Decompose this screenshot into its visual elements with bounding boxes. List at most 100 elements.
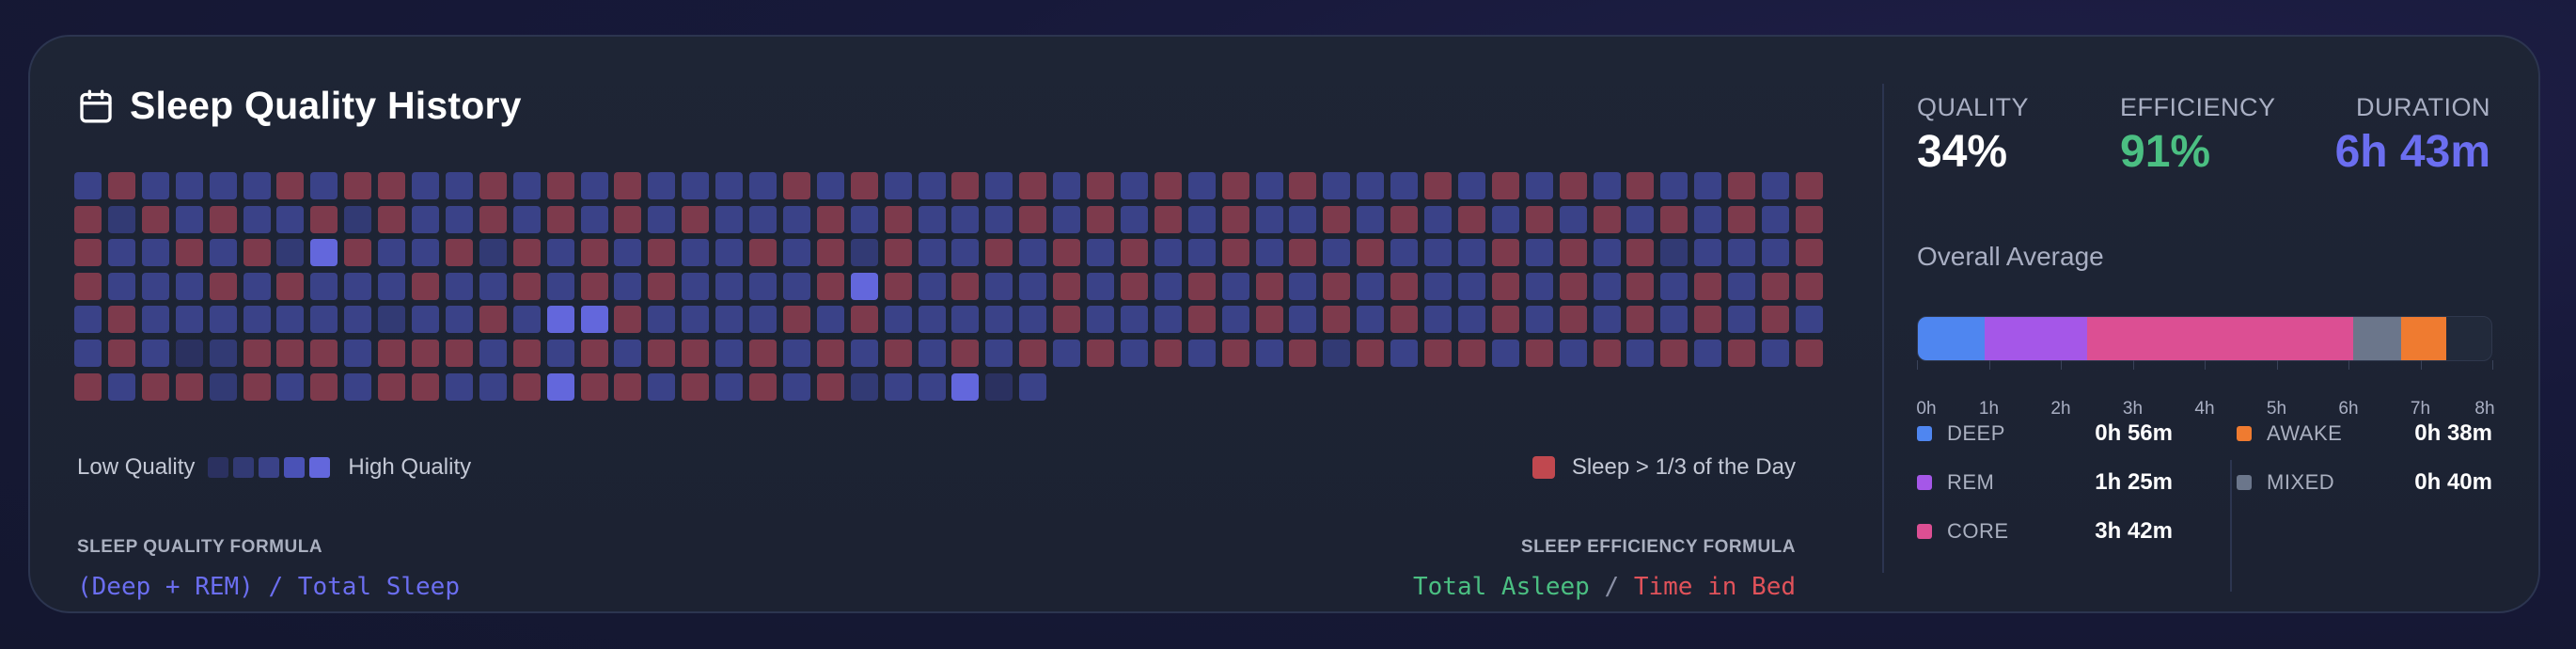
heatmap-cell[interactable] (512, 172, 541, 199)
heatmap-cell[interactable] (1491, 239, 1519, 267)
heatmap-cell[interactable] (985, 172, 1013, 199)
heatmap-cell[interactable] (175, 272, 203, 300)
heatmap-cell[interactable] (74, 340, 102, 367)
heatmap-cell[interactable] (1626, 172, 1655, 199)
heatmap-cell[interactable] (580, 340, 608, 367)
heatmap-cell[interactable] (1019, 272, 1047, 300)
heatmap-cell[interactable] (1491, 340, 1519, 367)
heatmap-cell[interactable] (918, 340, 946, 367)
heatmap-cell[interactable] (445, 172, 473, 199)
heatmap-cell[interactable] (1525, 340, 1553, 367)
heatmap-cell[interactable] (310, 306, 338, 334)
heatmap-cell[interactable] (512, 205, 541, 233)
heatmap-cell[interactable] (1154, 172, 1182, 199)
heatmap-cell[interactable] (1087, 239, 1114, 267)
heatmap-cell[interactable] (1154, 239, 1182, 267)
heatmap-cell[interactable] (1694, 306, 1722, 334)
heatmap-cell[interactable] (951, 272, 980, 300)
heatmap-cell[interactable] (243, 306, 271, 334)
heatmap-cell[interactable] (715, 205, 744, 233)
heatmap-cell[interactable] (1491, 272, 1519, 300)
heatmap-cell[interactable] (850, 372, 878, 401)
heatmap-cell[interactable] (209, 306, 237, 334)
heatmap-cell[interactable] (243, 272, 271, 300)
heatmap-cell[interactable] (175, 239, 203, 267)
heatmap-cell[interactable] (1660, 272, 1689, 300)
heatmap-cell[interactable] (344, 172, 372, 199)
heatmap-cell[interactable] (1221, 272, 1249, 300)
heatmap-cell[interactable] (884, 205, 912, 233)
heatmap-cell[interactable] (782, 205, 810, 233)
heatmap-cell[interactable] (1457, 272, 1485, 300)
heatmap-cell[interactable] (1626, 239, 1655, 267)
heatmap-cell[interactable] (378, 372, 406, 401)
heatmap-cell[interactable] (580, 272, 608, 300)
heatmap-cell[interactable] (512, 306, 541, 334)
heatmap-cell[interactable] (479, 205, 507, 233)
heatmap-cell[interactable] (1694, 340, 1722, 367)
heatmap-cell[interactable] (985, 372, 1013, 401)
heatmap-cell[interactable] (1457, 306, 1485, 334)
heatmap-cell[interactable] (546, 372, 574, 401)
heatmap-cell[interactable] (1457, 239, 1485, 267)
heatmap-cell[interactable] (512, 340, 541, 367)
heatmap-cell[interactable] (1221, 239, 1249, 267)
heatmap-cell[interactable] (648, 205, 676, 233)
heatmap-cell[interactable] (1120, 205, 1148, 233)
heatmap-cell[interactable] (412, 306, 439, 334)
heatmap-cell[interactable] (648, 372, 676, 401)
heatmap-cell[interactable] (1019, 239, 1047, 267)
heatmap-cell[interactable] (1390, 340, 1419, 367)
heatmap-cell[interactable] (512, 272, 541, 300)
heatmap-cell[interactable] (951, 306, 980, 334)
heatmap-cell[interactable] (1390, 239, 1419, 267)
heatmap-cell[interactable] (1120, 340, 1148, 367)
heatmap-cell[interactable] (850, 306, 878, 334)
heatmap-cell[interactable] (1626, 272, 1655, 300)
heatmap-cell[interactable] (850, 172, 878, 199)
heatmap-cell[interactable] (985, 272, 1013, 300)
heatmap-cell[interactable] (412, 205, 439, 233)
heatmap-cell[interactable] (1728, 306, 1756, 334)
heatmap-cell[interactable] (782, 172, 810, 199)
heatmap-cell[interactable] (1154, 272, 1182, 300)
heatmap-cell[interactable] (1660, 172, 1689, 199)
heatmap-cell[interactable] (310, 205, 338, 233)
heatmap-cell[interactable] (1728, 340, 1756, 367)
heatmap-cell[interactable] (1289, 340, 1317, 367)
heatmap-cell[interactable] (1593, 340, 1621, 367)
heatmap-cell[interactable] (141, 239, 169, 267)
heatmap-cell[interactable] (1491, 306, 1519, 334)
heatmap-cell[interactable] (107, 172, 135, 199)
heatmap-cell[interactable] (816, 272, 844, 300)
heatmap-cell[interactable] (74, 239, 102, 267)
heatmap-cell[interactable] (1762, 172, 1789, 199)
heatmap-cell[interactable] (209, 272, 237, 300)
heatmap-cell[interactable] (1289, 239, 1317, 267)
heatmap-cell[interactable] (479, 239, 507, 267)
heatmap-cell[interactable] (1187, 340, 1216, 367)
heatmap-cell[interactable] (1154, 340, 1182, 367)
heatmap-cell[interactable] (310, 340, 338, 367)
heatmap-cell[interactable] (74, 172, 102, 199)
heatmap-cell[interactable] (749, 340, 777, 367)
heatmap-cell[interactable] (682, 172, 710, 199)
heatmap-cell[interactable] (546, 205, 574, 233)
heatmap-cell[interactable] (1323, 272, 1351, 300)
heatmap-cell[interactable] (850, 239, 878, 267)
heatmap-cell[interactable] (1221, 306, 1249, 334)
heatmap-cell[interactable] (445, 272, 473, 300)
heatmap-cell[interactable] (276, 239, 305, 267)
heatmap-cell[interactable] (1323, 340, 1351, 367)
heatmap-cell[interactable] (1357, 172, 1385, 199)
heatmap-cell[interactable] (749, 272, 777, 300)
heatmap-cell[interactable] (310, 239, 338, 267)
heatmap-cell[interactable] (918, 372, 946, 401)
heatmap-cell[interactable] (175, 372, 203, 401)
heatmap-cell[interactable] (918, 239, 946, 267)
heatmap-cell[interactable] (1390, 205, 1419, 233)
heatmap-cell[interactable] (276, 172, 305, 199)
heatmap-cell[interactable] (546, 239, 574, 267)
heatmap-cell[interactable] (1457, 172, 1485, 199)
heatmap-cell[interactable] (1660, 340, 1689, 367)
